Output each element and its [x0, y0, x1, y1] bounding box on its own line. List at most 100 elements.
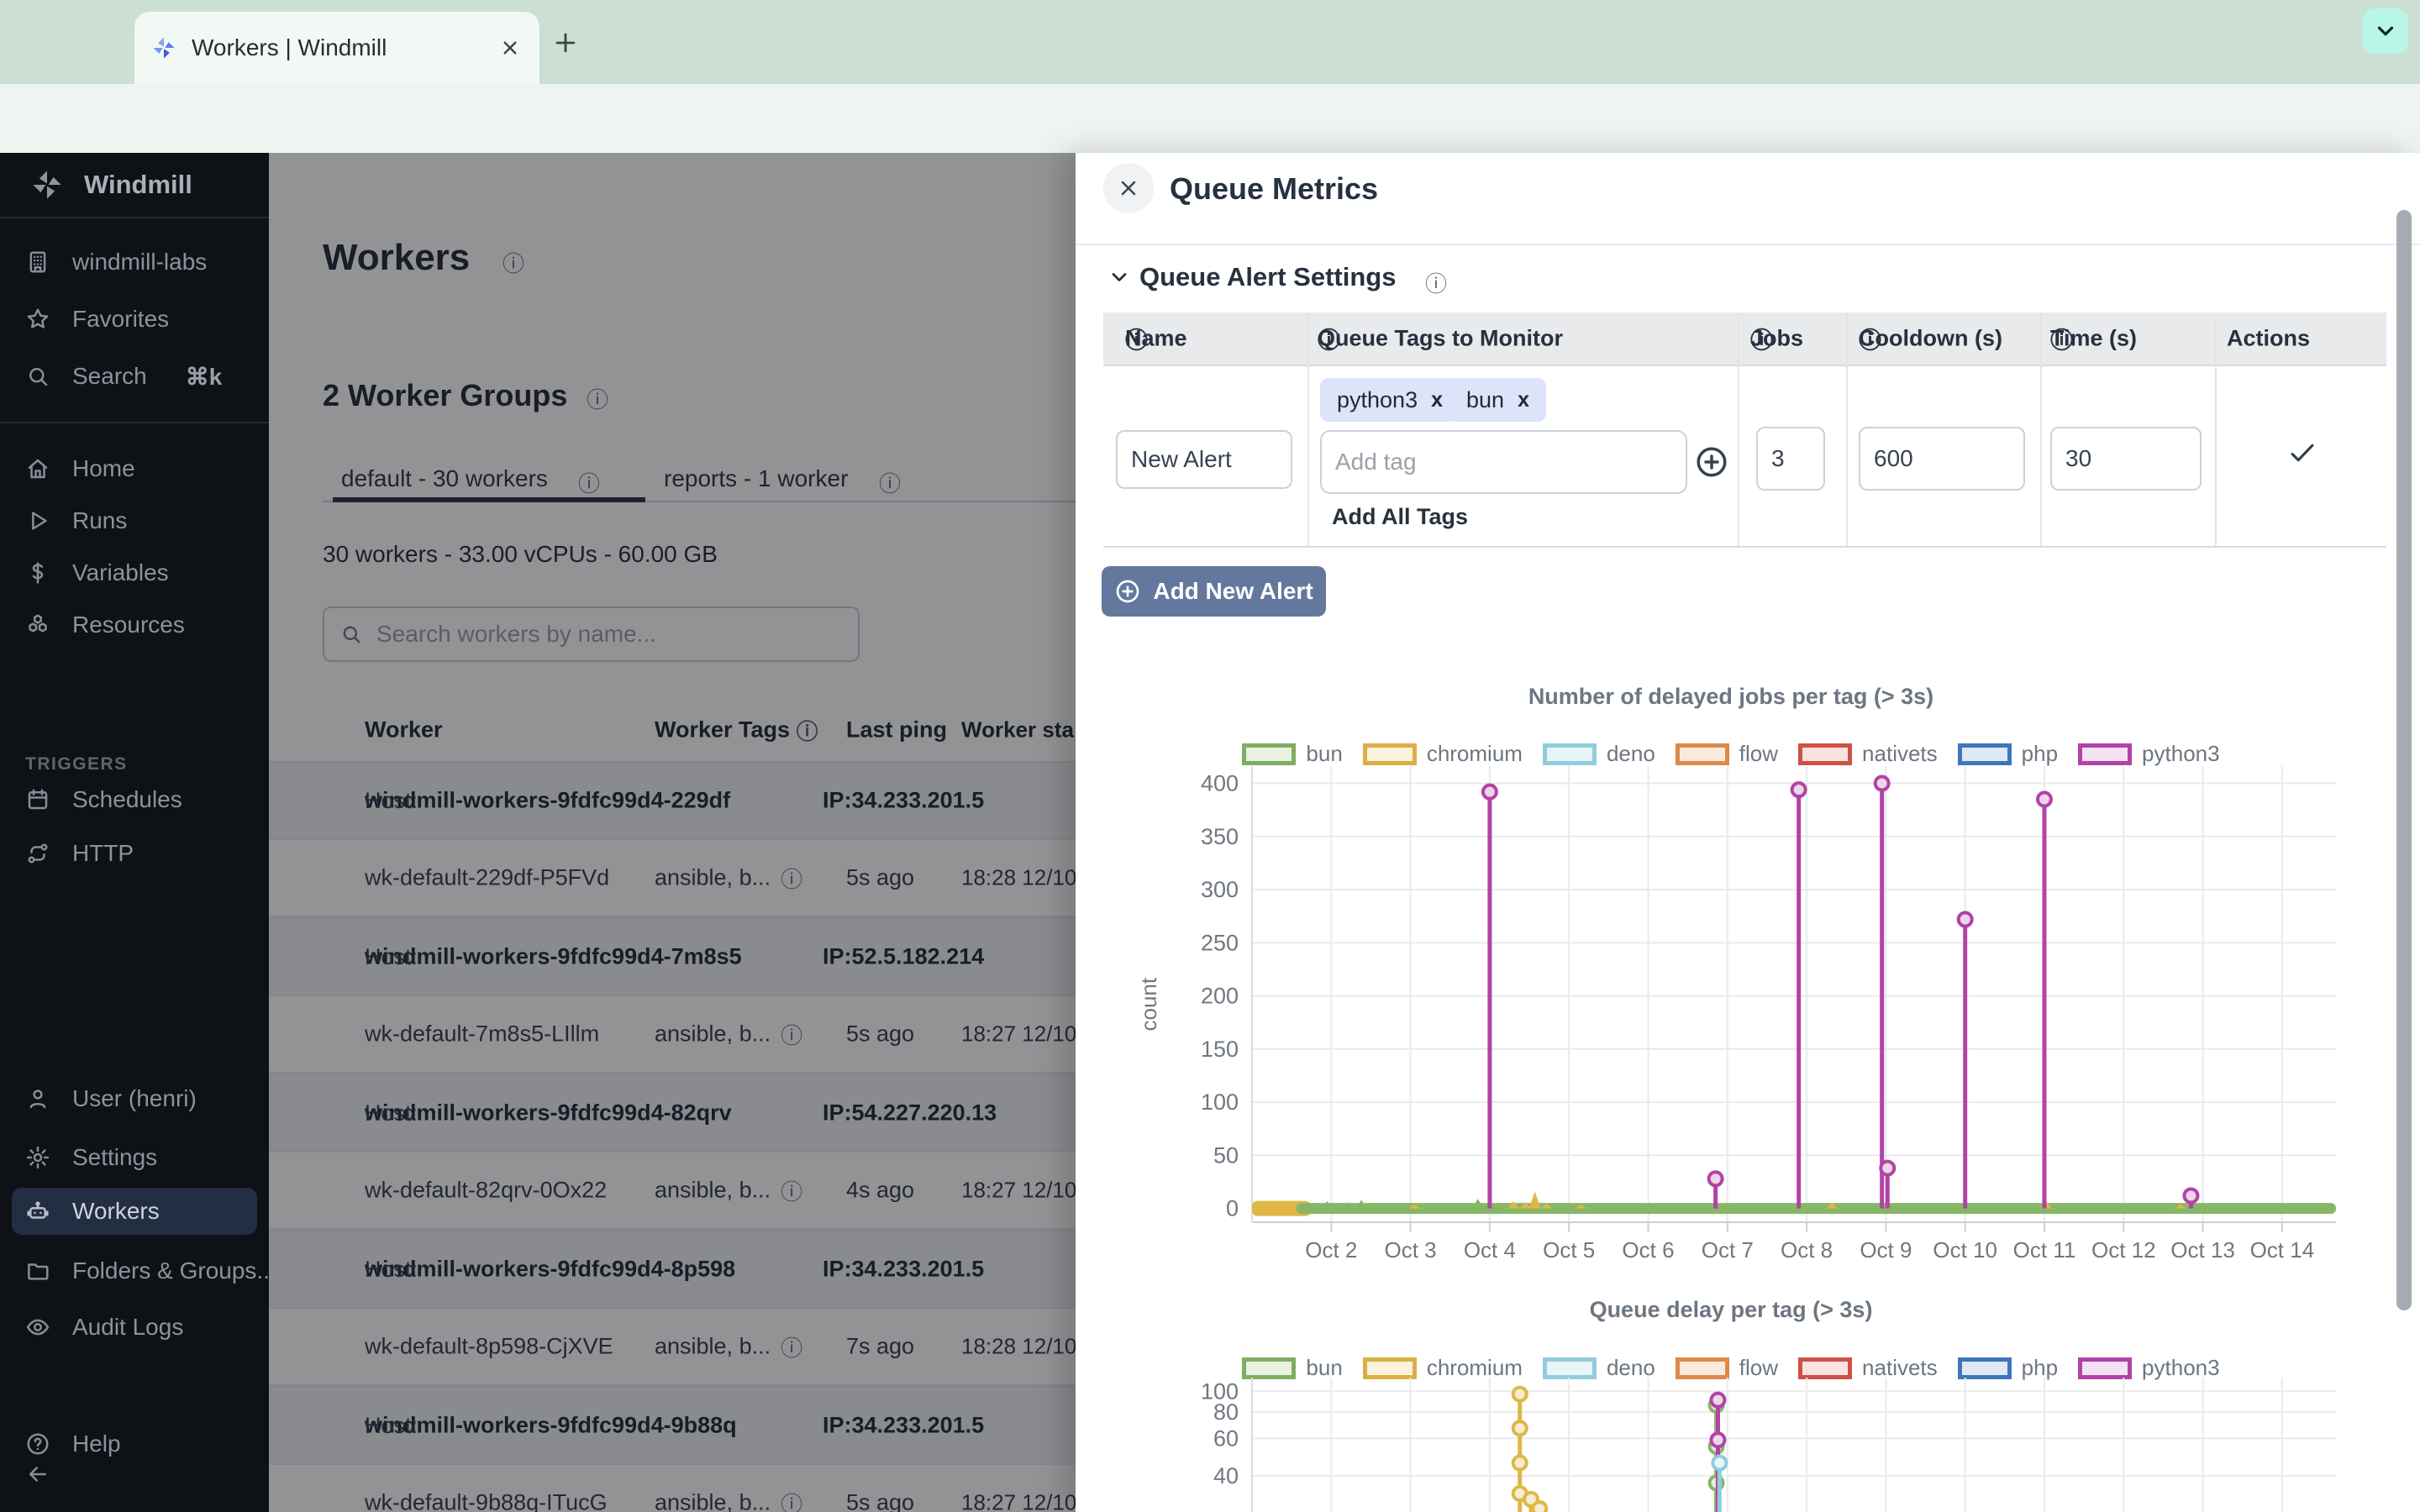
sidebar-item-home[interactable]: Home	[0, 445, 269, 492]
col-actions: Actions	[2227, 326, 2310, 352]
svg-text:Oct 12: Oct 12	[2091, 1237, 2156, 1263]
confirm-check-icon[interactable]	[2286, 437, 2318, 469]
divider	[0, 422, 269, 423]
sidebar-item-label: Search	[72, 363, 147, 390]
sidebar-item-runs[interactable]: Runs	[0, 497, 269, 544]
svg-text:Oct 8: Oct 8	[1781, 1237, 1833, 1263]
svg-text:Oct 4: Oct 4	[1464, 1237, 1516, 1263]
sidebar-item-search[interactable]: Search ⌘k	[0, 353, 269, 400]
sidebar-item-label: Audit Logs	[72, 1314, 183, 1341]
browser-window: Workers | Windmill app.windmill.dev/work…	[0, 0, 2420, 1512]
sidebar-item-http[interactable]: HTTP	[0, 830, 269, 877]
info-icon[interactable]: ⓘ	[1425, 267, 1447, 298]
divider	[0, 217, 269, 218]
queue-delay-chart: Oct 2Oct 3Oct 4Oct 5Oct 6Oct 7Oct 8Oct 9…	[1092, 1378, 2370, 1512]
time-input[interactable]	[2050, 427, 2202, 491]
info-icon: ⓘ	[2050, 323, 2073, 355]
sidebar-item-folders-groups[interactable]: Folders & Groups...	[0, 1247, 269, 1294]
search-icon	[25, 364, 50, 389]
remove-tag-icon[interactable]: x	[1518, 388, 1529, 412]
svg-text:Oct 3: Oct 3	[1385, 1237, 1437, 1263]
folder-icon	[25, 1258, 50, 1284]
modal-overlay[interactable]	[269, 153, 1076, 1512]
divider	[1846, 312, 1848, 546]
star-icon	[25, 307, 50, 332]
close-icon	[1117, 176, 1140, 200]
alert-name-input[interactable]	[1116, 430, 1292, 489]
svg-text:Oct 2: Oct 2	[1305, 1237, 1357, 1263]
close-panel-button[interactable]	[1103, 163, 1154, 213]
legend-swatch	[1363, 1357, 1417, 1379]
sidebar-item-workspace[interactable]: windmill-labs	[0, 239, 269, 286]
svg-text:150: 150	[1201, 1037, 1239, 1062]
svg-text:250: 250	[1201, 930, 1239, 955]
svg-text:50: 50	[1213, 1142, 1239, 1168]
sidebar-item-label: Settings	[72, 1144, 157, 1171]
sidebar-item-label: windmill-labs	[72, 249, 207, 276]
sidebar-item-resources[interactable]: Resources	[0, 601, 269, 648]
sidebar-item-schedules[interactable]: Schedules	[0, 776, 269, 823]
legend-swatch	[2078, 1357, 2132, 1379]
svg-text:Oct 9: Oct 9	[1860, 1237, 1912, 1263]
collapse-sidebar-icon[interactable]	[25, 1462, 50, 1487]
alert-table-header: Name ⓘ Queue Tags to Monitor ⓘ Jobs ⓘ Co…	[1103, 312, 2386, 366]
home-icon	[25, 456, 50, 481]
chart2-title: Queue delay per tag (> 3s)	[1092, 1297, 2370, 1323]
windmill-logo-icon	[30, 168, 64, 202]
building-icon	[25, 249, 50, 275]
panel-scrollbar[interactable]	[2396, 210, 2412, 1310]
svg-text:350: 350	[1201, 824, 1239, 849]
sidebar-item-favorites[interactable]: Favorites	[0, 296, 269, 343]
delayed-jobs-chart: Oct 2 Oct 3 Oct 4 Oct 5 Oct 6 Oct 7 Oct 8 Oct 9…	[1092, 760, 2370, 1264]
tab-close-icon[interactable]	[497, 35, 523, 60]
new-tab-icon[interactable]	[551, 29, 580, 57]
add-new-alert-button[interactable]: Add New Alert	[1102, 566, 1326, 617]
divider	[1307, 312, 1309, 546]
add-all-tags-link[interactable]: Add All Tags	[1332, 504, 1468, 530]
browser-toolbar: app.windmill.dev/workers	[0, 84, 2420, 153]
calendar-icon	[25, 787, 50, 812]
tab-search-button[interactable]	[2363, 8, 2408, 54]
route-icon	[25, 841, 50, 866]
jobs-input[interactable]	[1756, 427, 1825, 491]
svg-text:count: count	[1136, 977, 1161, 1031]
sidebar-item-audit-logs[interactable]: Audit Logs	[0, 1304, 269, 1351]
svg-text:Oct 14: Oct 14	[2250, 1237, 2315, 1263]
sidebar-item-help[interactable]: Help	[0, 1420, 269, 1467]
panel-title: Queue Metrics	[1170, 171, 1378, 207]
search-shortcut: ⌘k	[186, 363, 223, 391]
sidebar-brand[interactable]: Windmill	[30, 168, 192, 202]
user-icon	[25, 1086, 50, 1111]
dollar-icon	[25, 560, 50, 585]
tag-label: bun	[1466, 387, 1504, 413]
sidebar: Windmill windmill-labs Favorites Search …	[0, 153, 269, 1512]
eye-icon	[25, 1315, 50, 1340]
windmill-favicon	[151, 35, 176, 60]
svg-text:0: 0	[1226, 1196, 1239, 1221]
legend-swatch	[1242, 1357, 1296, 1379]
chevron-down-icon[interactable]	[1107, 265, 1131, 289]
cooldown-input[interactable]	[1859, 427, 2025, 491]
sidebar-item-label: Folders & Groups...	[72, 1257, 269, 1284]
robot-icon	[25, 1199, 50, 1224]
browser-tab[interactable]: Workers | Windmill	[134, 12, 539, 84]
browser-tabstrip: Workers | Windmill	[0, 0, 2420, 84]
sidebar-item-variables[interactable]: Variables	[0, 549, 269, 596]
remove-tag-icon[interactable]: x	[1431, 388, 1443, 412]
svg-text:40: 40	[1213, 1463, 1239, 1488]
sidebar-item-user[interactable]: User (henri)	[0, 1075, 269, 1122]
add-tag-plus-icon[interactable]	[1694, 444, 1729, 480]
sidebar-item-label: User (henri)	[72, 1085, 197, 1112]
sidebar-item-label: HTTP	[72, 840, 134, 867]
svg-text:Oct 6: Oct 6	[1622, 1237, 1674, 1263]
cubes-icon	[25, 612, 50, 638]
info-icon: ⓘ	[1318, 323, 1340, 355]
sidebar-item-settings[interactable]: Settings	[0, 1134, 269, 1181]
svg-text:Oct 11: Oct 11	[2013, 1237, 2076, 1263]
svg-text:Oct 5: Oct 5	[1543, 1237, 1595, 1263]
add-tag-input[interactable]	[1320, 430, 1687, 494]
svg-text:Oct 7: Oct 7	[1702, 1237, 1754, 1263]
sidebar-item-workers[interactable]: Workers	[12, 1188, 257, 1235]
info-icon: ⓘ	[1125, 323, 1148, 355]
svg-text:100: 100	[1201, 1378, 1239, 1404]
